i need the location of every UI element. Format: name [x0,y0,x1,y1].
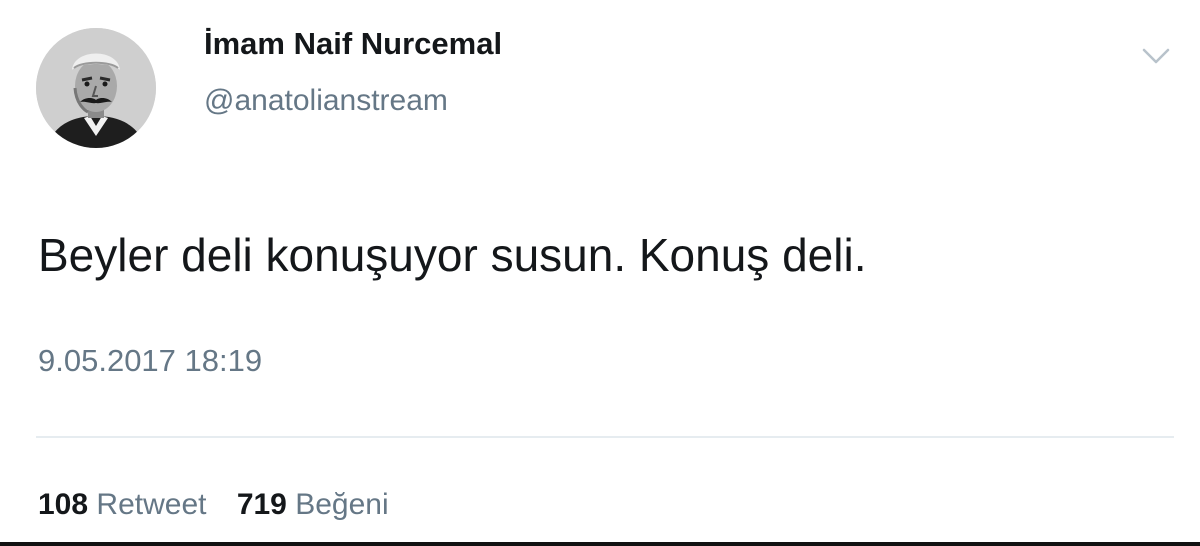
bottom-border [0,542,1200,546]
like-stat[interactable]: 719 Beğeni [237,488,389,522]
portrait-avatar-image [36,28,156,148]
tweet-text: Beyler deli konuşuyor susun. Konuş deli. [38,229,867,281]
author-avatar[interactable] [36,28,156,148]
divider [36,436,1174,438]
like-count: 719 [236,488,287,521]
tweet-stats: 108 Retweet 719 Beğeni [38,488,411,522]
tweet-timestamp[interactable]: 9.05.2017 18:19 [38,343,262,379]
chevron-down-icon [1142,48,1170,64]
author-handle[interactable]: @anatolianstream [204,84,448,118]
tweet-menu-button[interactable] [1138,40,1174,70]
retweet-label: Retweet [96,488,207,521]
like-label: Beğeni [295,488,389,521]
retweet-count: 108 [38,488,89,521]
tweet-card: İmam Naif Nurcemal @anatolianstream Beyl… [0,0,1200,546]
retweet-stat[interactable]: 108 Retweet [38,488,206,522]
author-display-name[interactable]: İmam Naif Nurcemal [204,26,502,62]
